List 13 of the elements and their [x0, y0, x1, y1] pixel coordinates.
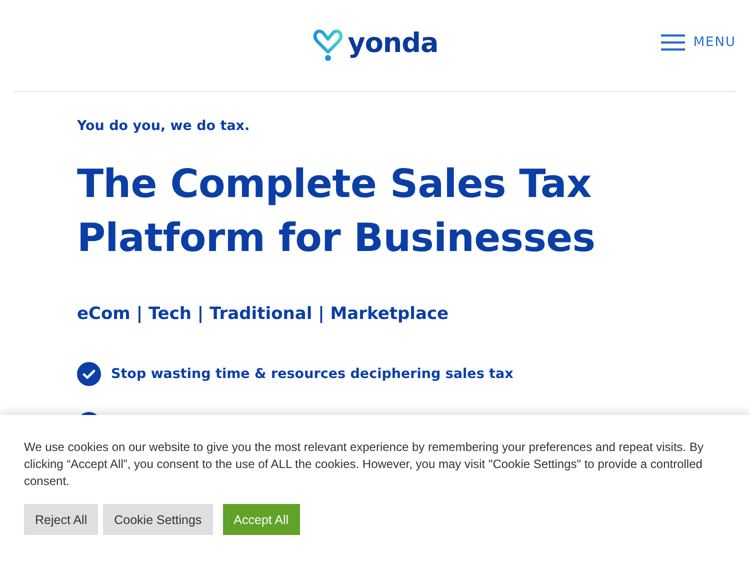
- segments-text: eCom | Tech | Traditional | Marketplace: [77, 304, 450, 324]
- check-icon: [77, 362, 101, 386]
- cookie-button[interactable]: Reject All: [24, 504, 98, 535]
- menu-button[interactable]: MENU: [661, 34, 736, 51]
- menu-icon: [661, 34, 686, 51]
- hero-heading: The Complete Sales Tax: [77, 161, 592, 209]
- logo-text: yonda: [348, 28, 438, 59]
- cookie-button[interactable]: Cookie Settings: [103, 504, 213, 535]
- tagline: You do you, we do tax.: [77, 118, 251, 134]
- hero-heading: Platform for Businesses: [77, 215, 596, 263]
- feature-text: Stop wasting time & resources deciphering sales tax: [111, 366, 514, 382]
- logo-icon: [312, 26, 344, 60]
- cookie-text: We use cookies on our website to give you the most relevant experience by remembering your preferences and repeat visits. By clicking “Accept All”, you consent to the use of ALL the cookies. However, you may visit "Cookie Settings" to provide a controlled consent.: [24, 439, 704, 490]
